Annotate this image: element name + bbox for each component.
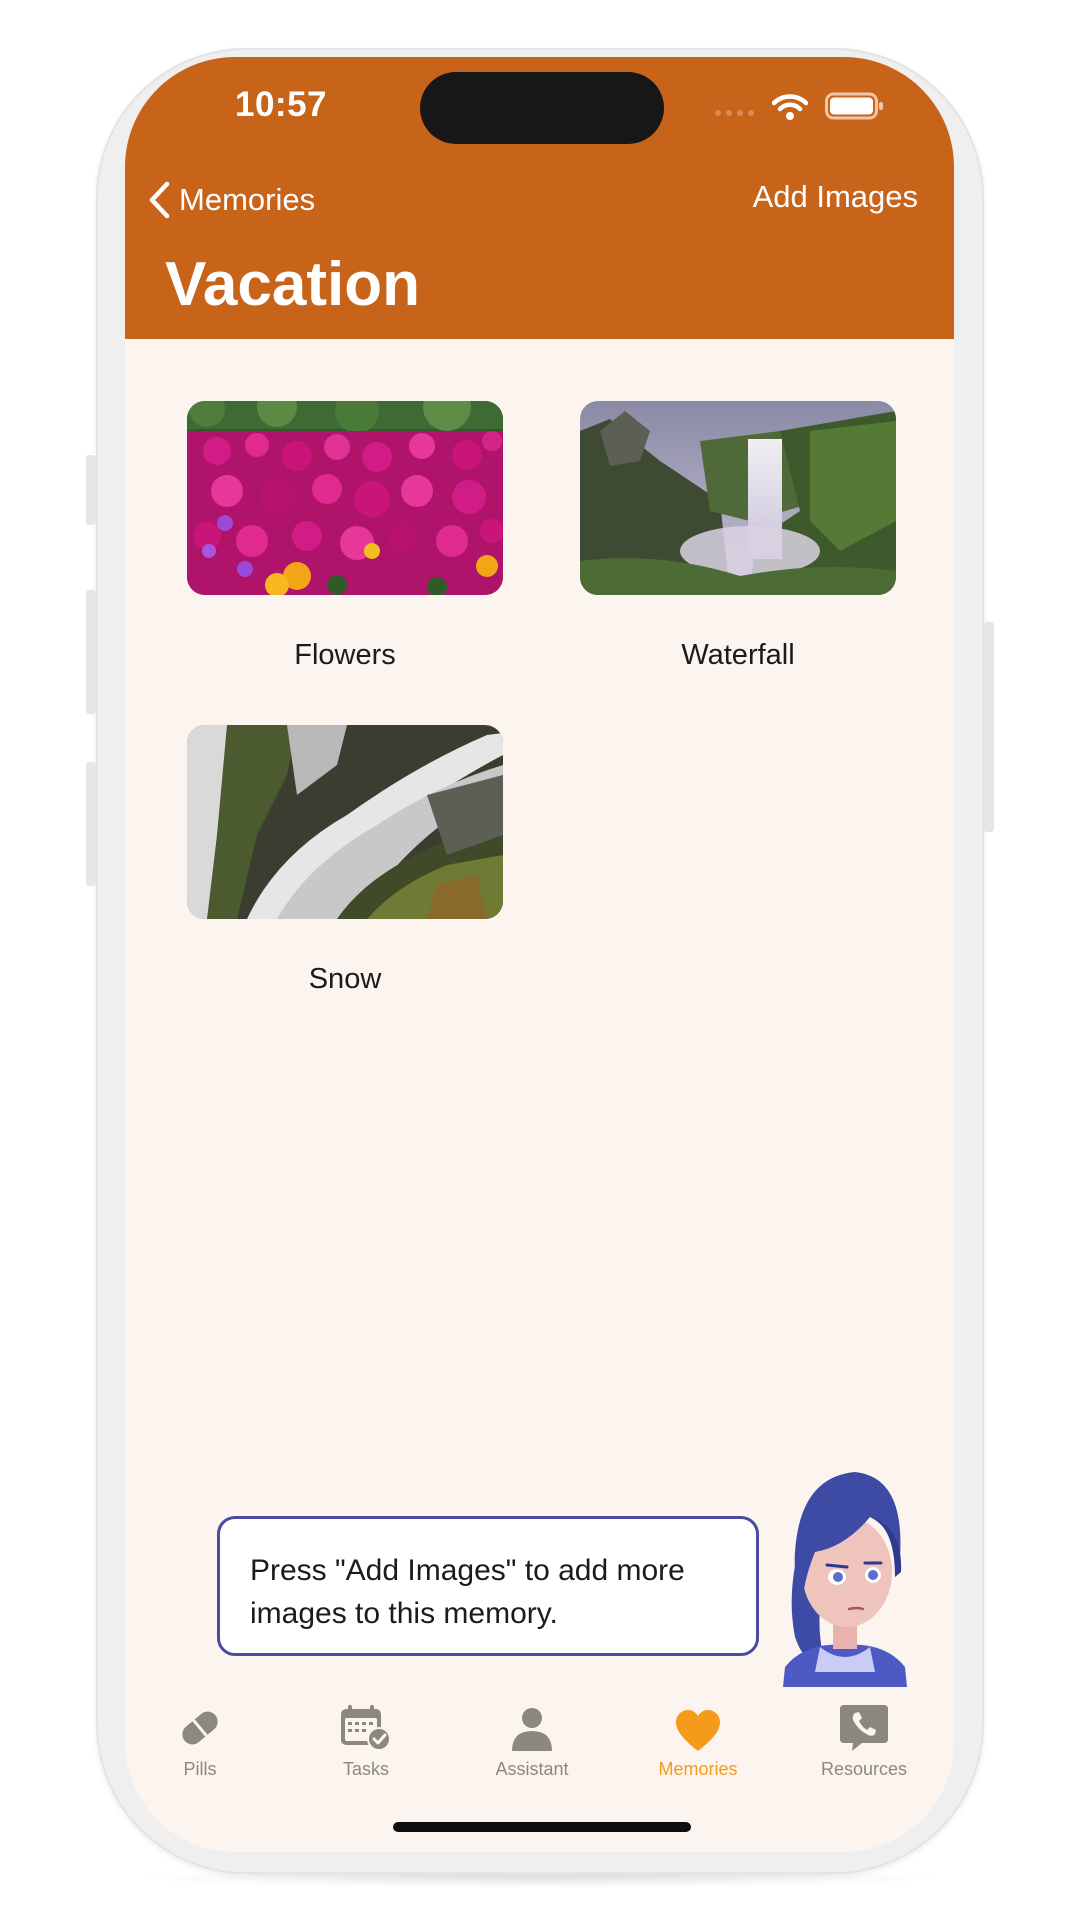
cellular-signal-icon bbox=[715, 110, 754, 116]
page-title: Vacation bbox=[165, 250, 420, 319]
flowers-photo bbox=[187, 401, 503, 595]
tab-tasks[interactable]: Tasks bbox=[291, 1697, 441, 1780]
mute-switch bbox=[86, 455, 96, 525]
wifi-icon bbox=[772, 94, 808, 120]
memory-item-waterfall[interactable]: Waterfall bbox=[580, 401, 896, 672]
back-label: Memories bbox=[179, 182, 316, 217]
calendar-check-icon bbox=[341, 1705, 391, 1751]
phone-bubble-icon bbox=[840, 1705, 888, 1751]
power-button bbox=[984, 622, 994, 832]
tab-label: Resources bbox=[820, 1759, 908, 1779]
tab-label: Assistant bbox=[495, 1759, 569, 1779]
chevron-left-icon bbox=[149, 181, 170, 219]
person-icon bbox=[512, 1708, 552, 1751]
memory-item-flowers[interactable]: Flowers bbox=[187, 401, 503, 672]
home-indicator bbox=[393, 1822, 691, 1832]
tab-label: Pills bbox=[183, 1759, 217, 1779]
assistant-speech-bubble: Press "Add Images" to add more images to… bbox=[217, 1516, 759, 1656]
memory-item-snow[interactable]: Snow bbox=[187, 725, 503, 996]
tab-label: Memories bbox=[658, 1759, 738, 1779]
memory-caption: Waterfall bbox=[681, 639, 795, 671]
phone-screen: 10:57 Memories Add Images Vacation Flowe… bbox=[125, 57, 954, 1852]
volume-down-button bbox=[86, 762, 96, 886]
heart-icon bbox=[676, 1710, 720, 1751]
waterfall-photo bbox=[580, 401, 896, 595]
add-images-button[interactable]: Add Images bbox=[753, 179, 918, 215]
assistant-avatar bbox=[783, 1472, 907, 1687]
tab-label: Tasks bbox=[342, 1759, 389, 1779]
tab-resources[interactable]: Resources bbox=[789, 1697, 939, 1780]
volume-up-button bbox=[86, 590, 96, 714]
tab-pills[interactable]: Pills bbox=[125, 1697, 275, 1780]
tab-memories[interactable]: Memories bbox=[623, 1697, 773, 1780]
battery-icon bbox=[825, 92, 883, 120]
status-time: 10:57 bbox=[235, 85, 328, 124]
tab-bar: Pills Tasks Assistant Memories Resources bbox=[125, 1697, 954, 1797]
memory-caption: Flowers bbox=[294, 639, 396, 671]
pill-icon bbox=[182, 1711, 218, 1745]
cascade-photo bbox=[187, 725, 503, 919]
memory-caption: Snow bbox=[308, 963, 382, 995]
tab-assistant[interactable]: Assistant bbox=[457, 1697, 607, 1780]
navigation-header: 10:57 Memories Add Images Vacation bbox=[125, 57, 954, 339]
dynamic-island bbox=[420, 72, 664, 144]
back-button[interactable]: Memories bbox=[147, 175, 315, 225]
